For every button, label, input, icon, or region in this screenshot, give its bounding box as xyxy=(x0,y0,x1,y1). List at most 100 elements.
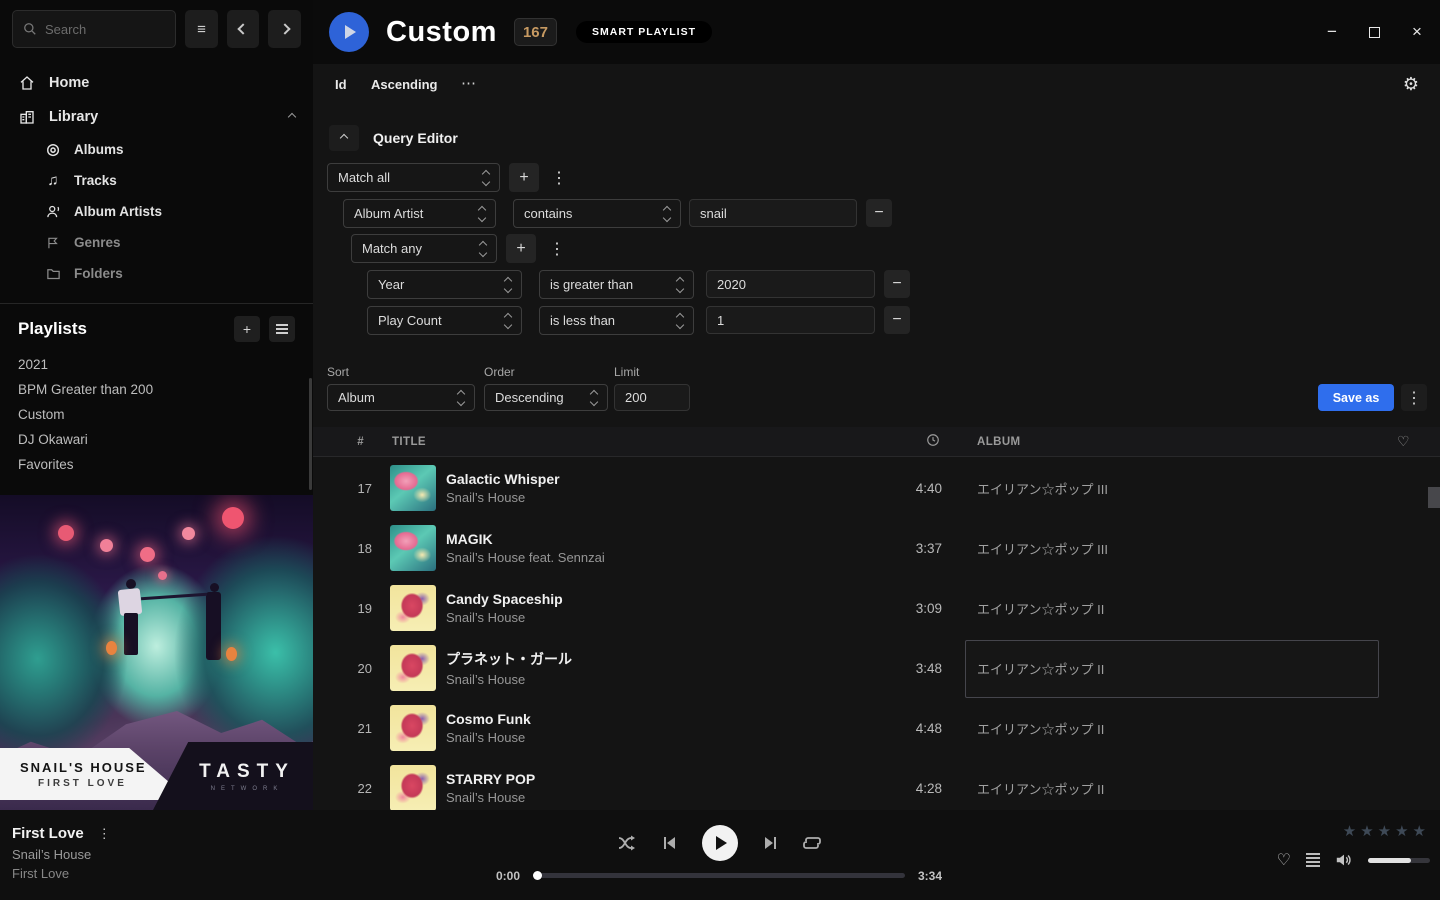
shuffle-button[interactable] xyxy=(618,834,638,852)
playlist-item[interactable]: BPM Greater than 200 xyxy=(0,377,313,402)
add-rule-button[interactable]: + xyxy=(509,163,539,192)
table-row[interactable]: 17 Galactic Whisper Snail’s House 4:40 エ… xyxy=(313,458,1440,518)
save-as-button[interactable]: Save as xyxy=(1318,384,1394,411)
playlist-item[interactable]: Custom xyxy=(0,402,313,427)
volume-slider[interactable] xyxy=(1368,858,1430,863)
sidebar-item-folders[interactable]: Folders xyxy=(0,258,313,289)
window-maximize-button[interactable] xyxy=(1369,27,1380,38)
limit-input[interactable] xyxy=(614,384,690,411)
rule-field-select[interactable]: Album Artist xyxy=(343,199,496,228)
add-rule-button[interactable]: + xyxy=(506,234,536,263)
playlist-item[interactable]: DJ Okawari xyxy=(0,427,313,452)
rule-operator-select[interactable]: is greater than xyxy=(539,270,694,299)
rule-value-input[interactable] xyxy=(706,306,875,334)
column-header-title[interactable]: TITLE xyxy=(376,436,876,448)
play-playlist-button[interactable] xyxy=(329,12,369,52)
playlists-title: Playlists xyxy=(18,319,225,339)
rule-field-select[interactable]: Year xyxy=(367,270,522,299)
now-playing-artist[interactable]: Snail’s House xyxy=(12,847,111,862)
seek-slider[interactable] xyxy=(535,873,905,878)
group-menu-button[interactable]: ⋮ xyxy=(549,239,565,259)
table-row[interactable]: 21 Cosmo Funk Snail’s House 4:48 エイリアン☆ポ… xyxy=(313,698,1440,758)
rule-value-input[interactable] xyxy=(706,270,875,298)
now-playing-album-art[interactable]: SNAIL'S HOUSE FIRST LOVE TASTY NETWORK xyxy=(0,495,313,810)
duration-clock-icon[interactable] xyxy=(876,433,942,450)
menu-button[interactable]: ≡ xyxy=(185,10,218,48)
favorite-button[interactable]: ♡ xyxy=(1277,850,1291,870)
rule-value-input[interactable] xyxy=(689,199,857,227)
table-row[interactable]: 20 プラネット・ガール Snail’s House 3:48 エイリアン☆ポッ… xyxy=(313,638,1440,698)
sidebar-item-home[interactable]: Home xyxy=(0,66,313,100)
home-icon xyxy=(18,75,36,91)
match-type-select[interactable]: Match any xyxy=(351,234,497,263)
seek-knob[interactable] xyxy=(533,871,542,880)
star-icon[interactable]: ★ xyxy=(1360,822,1373,840)
now-playing-album[interactable]: First Love xyxy=(12,866,111,881)
playlist-item[interactable]: 2021 xyxy=(0,352,313,377)
next-track-button[interactable] xyxy=(762,835,778,851)
playlist-list-button[interactable] xyxy=(269,316,295,342)
track-album-link[interactable]: エイリアン☆ポップ II xyxy=(977,779,1397,798)
track-list-scrollbar[interactable] xyxy=(1428,487,1440,508)
table-row[interactable]: 22 STARRY POP Snail’s House 4:28 エイリアン☆ポ… xyxy=(313,758,1440,810)
sidebar-item-albums[interactable]: ◎ Albums xyxy=(0,134,313,165)
rating-stars[interactable]: ★ ★ ★ ★ ★ xyxy=(1343,822,1426,840)
track-album-link[interactable]: エイリアン☆ポップ II xyxy=(977,599,1397,618)
search-box[interactable] xyxy=(12,10,176,48)
select-caret-icon xyxy=(664,207,670,221)
match-type-select[interactable]: Match all xyxy=(327,163,500,192)
more-options-button[interactable]: ⋯ xyxy=(461,74,476,92)
rule-operator-select[interactable]: contains xyxy=(513,199,681,228)
rule-operator-select[interactable]: is less than xyxy=(539,306,694,335)
favorite-heart-icon[interactable]: ♡ xyxy=(1397,433,1440,450)
nav-back-button[interactable] xyxy=(227,10,260,48)
sidebar-scrollbar[interactable] xyxy=(309,378,312,490)
window-minimize-button[interactable]: − xyxy=(1323,22,1341,42)
now-playing-title[interactable]: First Love xyxy=(12,825,84,842)
query-menu-button[interactable]: ⋮ xyxy=(1401,384,1427,411)
rule-field-select[interactable]: Play Count xyxy=(367,306,522,335)
track-album-link[interactable]: エイリアン☆ポップ III xyxy=(977,539,1397,558)
star-icon[interactable]: ★ xyxy=(1413,822,1426,840)
sort-field-button[interactable]: Id xyxy=(335,77,347,92)
query-editor-collapse-button[interactable] xyxy=(329,125,359,151)
track-album-link[interactable]: エイリアン☆ポップ II xyxy=(977,719,1397,738)
group-menu-button[interactable]: ⋮ xyxy=(551,168,567,188)
sidebar-item-tracks[interactable]: ♫ Tracks xyxy=(0,165,313,196)
repeat-button[interactable] xyxy=(802,834,822,852)
sort-select[interactable]: Album xyxy=(327,384,475,411)
page-title: Custom xyxy=(386,16,497,49)
select-caret-icon xyxy=(458,391,464,405)
add-playlist-button[interactable]: + xyxy=(234,316,260,342)
play-pause-button[interactable] xyxy=(702,825,738,861)
star-icon[interactable]: ★ xyxy=(1395,822,1408,840)
sidebar-item-library[interactable]: Library xyxy=(0,100,313,134)
track-thumbnail xyxy=(390,645,436,691)
track-album-cell-focused[interactable]: エイリアン☆ポップ II xyxy=(977,659,1397,678)
volume-icon[interactable] xyxy=(1335,852,1353,868)
sort-direction-button[interactable]: Ascending xyxy=(371,77,437,92)
sidebar-item-album-artists[interactable]: Album Artists xyxy=(0,196,313,227)
remove-rule-button[interactable]: − xyxy=(884,306,910,334)
table-row[interactable]: 19 Candy Spaceship Snail’s House 3:09 エイ… xyxy=(313,578,1440,638)
queue-icon[interactable] xyxy=(1306,853,1320,867)
star-icon[interactable]: ★ xyxy=(1343,822,1356,840)
search-input[interactable] xyxy=(45,22,155,37)
collapse-chevron-icon[interactable] xyxy=(288,113,296,121)
select-caret-icon xyxy=(483,171,489,185)
sidebar-item-genres[interactable]: Genres xyxy=(0,227,313,258)
column-header-album[interactable]: ALBUM xyxy=(977,436,1397,448)
previous-track-button[interactable] xyxy=(662,835,678,851)
remove-rule-button[interactable]: − xyxy=(884,270,910,298)
nav-forward-button[interactable] xyxy=(268,10,301,48)
playlist-item[interactable]: Favorites xyxy=(0,452,313,477)
order-select[interactable]: Descending xyxy=(484,384,608,411)
star-icon[interactable]: ★ xyxy=(1378,822,1391,840)
remove-rule-button[interactable]: − xyxy=(866,199,892,227)
now-playing-menu-button[interactable]: ⋮ xyxy=(98,826,111,842)
table-row[interactable]: 18 MAGIK Snail’s House feat. Sennzai 3:3… xyxy=(313,518,1440,578)
track-album-link[interactable]: エイリアン☆ポップ III xyxy=(977,479,1397,498)
window-close-button[interactable]: × xyxy=(1408,22,1426,42)
column-header-num[interactable]: # xyxy=(313,436,376,448)
gear-icon[interactable]: ⚙ xyxy=(1403,74,1419,95)
